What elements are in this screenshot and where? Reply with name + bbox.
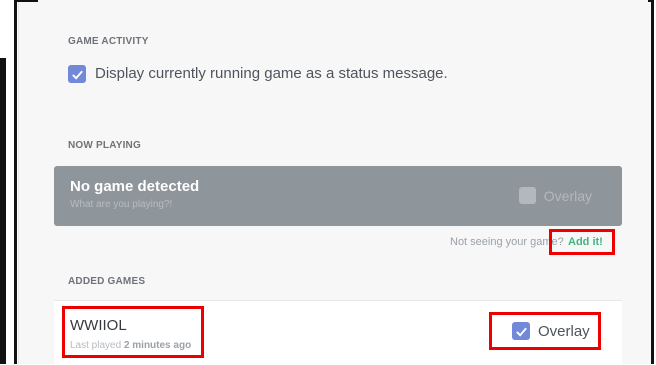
overlay-toggle-disabled[interactable]: Overlay: [518, 187, 592, 204]
game-activity-heading: GAME ACTIVITY: [68, 36, 149, 47]
no-game-subtitle: What are you playing?!: [70, 199, 173, 210]
not-seeing-text: Not seeing your game?: [450, 236, 564, 248]
highlight-add-it: [549, 229, 615, 255]
game-activity-label: Display currently running game as a stat…: [95, 65, 448, 82]
left-window-edge: [0, 58, 6, 364]
overlay-label-disabled: Overlay: [543, 187, 592, 204]
checkmark-icon: [71, 70, 83, 80]
now-playing-heading: NOW PLAYING: [68, 140, 141, 151]
highlight-game-name: [62, 306, 204, 358]
added-games-heading: ADDED GAMES: [68, 276, 146, 287]
now-playing-card: No game detected What are you playing?! …: [54, 166, 622, 226]
highlight-overlay: [489, 312, 601, 350]
game-activity-checkbox[interactable]: [68, 65, 86, 83]
no-game-title: No game detected: [70, 178, 200, 195]
overlay-checkbox-disabled[interactable]: [518, 187, 536, 204]
